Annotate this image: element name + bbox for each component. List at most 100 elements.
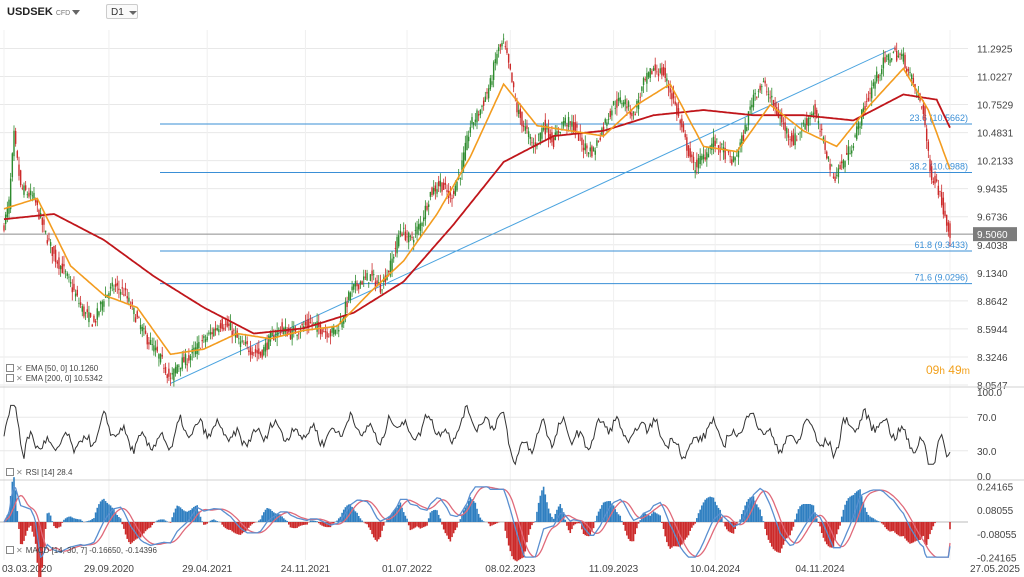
- macd-bar: [436, 510, 438, 522]
- macd-bar: [527, 522, 530, 535]
- legend-ema50[interactable]: ✕ EMA [50, 0] 10.1260: [6, 364, 98, 373]
- macd-bar: [756, 504, 758, 522]
- macd-bar: [566, 522, 568, 526]
- legend-rsi[interactable]: ✕ RSI [14] 28.4: [6, 468, 72, 477]
- candle: [143, 322, 145, 336]
- macd-bar: [599, 508, 602, 522]
- macd-bar: [397, 504, 400, 522]
- macd-bar: [631, 522, 633, 542]
- candle: [576, 121, 578, 132]
- remove-icon[interactable]: ✕: [16, 468, 23, 477]
- legend-macd[interactable]: ✕ MACD [14, 30, 7] -0.16650, -0.14396: [6, 546, 157, 555]
- macd-bar: [429, 512, 432, 522]
- indicator-settings-icon[interactable]: [6, 364, 14, 372]
- candle: [89, 312, 92, 318]
- macd-bar: [707, 497, 710, 522]
- candle-body: [238, 338, 240, 340]
- candle: [889, 52, 891, 67]
- remove-icon[interactable]: ✕: [16, 546, 23, 555]
- candle: [19, 169, 22, 188]
- candle: [537, 133, 540, 142]
- candle-body: [604, 119, 606, 123]
- indicator-settings-icon[interactable]: [6, 546, 14, 554]
- candle-body: [241, 340, 243, 342]
- candle-body: [266, 342, 268, 350]
- candle-body: [731, 159, 733, 165]
- candle: [751, 97, 753, 116]
- candle-body: [531, 142, 533, 144]
- indicator-settings-icon[interactable]: [6, 468, 14, 476]
- candle: [23, 182, 25, 198]
- candle-body: [945, 214, 948, 226]
- candle-body: [897, 55, 900, 57]
- remove-icon[interactable]: ✕: [16, 374, 23, 383]
- candle: [96, 302, 98, 327]
- candle-body: [901, 54, 903, 56]
- candle: [239, 335, 242, 356]
- candle-body: [861, 109, 863, 126]
- candle-body: [398, 235, 400, 247]
- candle-body: [576, 124, 578, 128]
- candle-body: [414, 230, 417, 231]
- candle-body: [338, 330, 340, 332]
- candle: [761, 83, 763, 94]
- candle: [329, 329, 332, 345]
- chart-svg[interactable]: 11.2925 11.0227 10.7529 10.4831 10.2133 9.943…: [0, 0, 1024, 577]
- candle-body: [278, 328, 280, 330]
- candle: [622, 99, 625, 108]
- candle: [929, 154, 931, 178]
- macd-bar: [309, 520, 312, 522]
- candle: [316, 313, 318, 338]
- candle-body: [881, 69, 883, 75]
- candle-body: [567, 117, 570, 127]
- candle: [769, 90, 771, 103]
- macd-bar: [163, 519, 165, 522]
- macd-bar: [221, 522, 223, 525]
- candle: [659, 63, 661, 75]
- candle-body: [757, 90, 760, 92]
- candle-body: [826, 151, 828, 159]
- legend-ema200[interactable]: ✕ EMA [200, 0] 10.5342: [6, 374, 103, 383]
- candle: [909, 67, 911, 77]
- candle-body: [219, 323, 222, 329]
- candle-body: [626, 106, 628, 109]
- candle: [138, 315, 140, 319]
- indicator-settings-icon[interactable]: [6, 374, 14, 382]
- candle-body: [572, 121, 575, 131]
- chart-stage[interactable]: USDSEK CFD D1 11.2925 11.0227 10.7529 10.483…: [0, 0, 1024, 577]
- macd-bar: [166, 521, 169, 522]
- candle-body: [69, 282, 72, 284]
- candle-body: [54, 249, 57, 263]
- candle-body: [136, 311, 138, 318]
- macd-bar: [444, 522, 447, 534]
- candle: [361, 280, 363, 285]
- candle: [469, 120, 472, 137]
- remove-icon[interactable]: ✕: [16, 364, 23, 373]
- candle: [16, 149, 19, 161]
- candle-body: [867, 97, 870, 101]
- candle: [68, 273, 70, 283]
- candle-body: [396, 236, 398, 254]
- candle: [481, 104, 483, 114]
- candle: [741, 132, 743, 153]
- macd-bar: [19, 522, 22, 545]
- candle: [118, 280, 120, 299]
- candle-body: [527, 131, 530, 138]
- candle-body: [614, 107, 616, 109]
- candle: [134, 314, 137, 323]
- candle-body: [797, 133, 800, 135]
- macd-bar: [58, 522, 60, 528]
- candle-body: [174, 366, 177, 374]
- candle-body: [944, 210, 946, 217]
- macd-bar: [949, 522, 951, 530]
- macd-bar: [99, 501, 102, 522]
- candle-body: [564, 117, 566, 124]
- candle: [64, 269, 67, 279]
- candle-body: [323, 331, 325, 333]
- candle: [857, 120, 860, 136]
- price-tick-label: 10.2133: [977, 157, 1014, 168]
- candle: [121, 279, 123, 296]
- candle-body: [373, 274, 375, 276]
- candle-body: [729, 155, 731, 157]
- candle: [14, 127, 17, 147]
